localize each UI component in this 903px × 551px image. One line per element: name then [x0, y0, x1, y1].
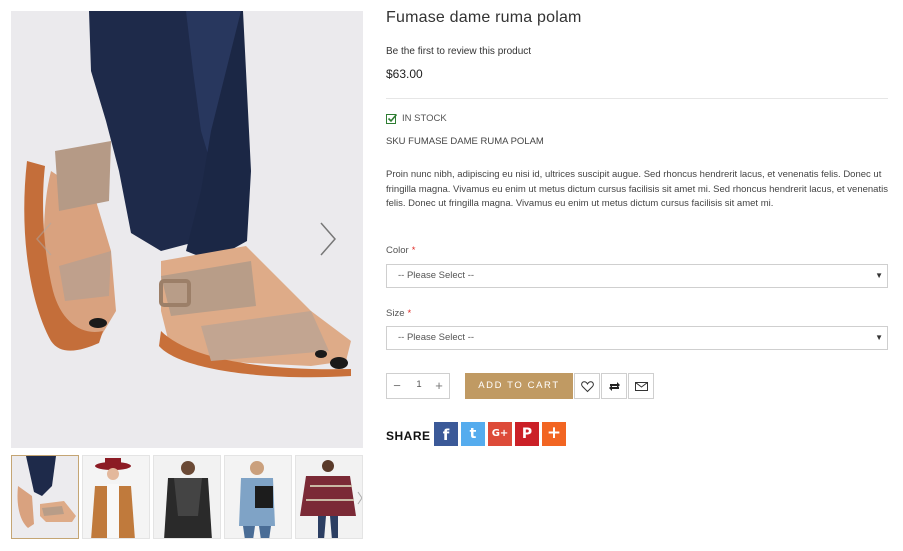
color-label: Color *: [386, 245, 415, 256]
color-select[interactable]: -- Please Select -- ▼: [386, 264, 888, 288]
quantity-increase-button[interactable]: +: [431, 377, 447, 395]
thumbnail-plaid-poncho-outfit[interactable]: [295, 455, 363, 539]
size-select-value: -- Please Select --: [398, 332, 475, 343]
size-label: Size *: [386, 308, 411, 319]
facebook-icon: f: [442, 426, 450, 444]
product-title: Fumase dame ruma polam: [386, 9, 582, 26]
checkbox-check-icon: [386, 113, 397, 124]
pinterest-icon: P: [521, 426, 533, 442]
share-label: SHARE: [386, 429, 431, 443]
google-plus-icon: G+: [491, 428, 509, 439]
plus-icon: +: [546, 423, 562, 443]
color-label-text: Color: [386, 245, 409, 256]
more-share-button[interactable]: +: [542, 422, 566, 446]
previous-image-arrow-icon[interactable]: [33, 219, 57, 259]
next-image-arrow-icon[interactable]: [315, 219, 339, 259]
thumbnail-denim-backpack-outfit[interactable]: [224, 455, 292, 539]
pinterest-share-button[interactable]: P: [515, 422, 539, 446]
size-label-text: Size: [386, 308, 405, 319]
quantity-input[interactable]: 1: [409, 379, 429, 390]
twitter-share-button[interactable]: t: [461, 422, 485, 446]
facebook-share-button[interactable]: f: [434, 422, 458, 446]
product-gallery: [11, 11, 363, 539]
stock-label: IN STOCK: [402, 113, 447, 124]
main-product-image[interactable]: [11, 11, 363, 448]
color-select-value: -- Please Select --: [398, 270, 475, 281]
sandal-photo: [11, 11, 363, 448]
quantity-decrease-button[interactable]: −: [389, 377, 405, 395]
thumbnail-strip: [11, 455, 363, 539]
quantity-stepper: − 1 +: [386, 373, 450, 399]
product-price: $63.00: [386, 67, 423, 81]
heart-icon: [581, 381, 594, 393]
compare-button[interactable]: [601, 373, 627, 399]
chevron-down-icon: ▼: [875, 333, 883, 342]
required-asterisk: *: [407, 308, 412, 319]
product-sku: SKU FUMASE DAME RUMA POLAM: [386, 136, 544, 147]
required-asterisk: *: [411, 245, 416, 256]
stock-status: IN STOCK: [386, 113, 447, 124]
wishlist-button[interactable]: [574, 373, 600, 399]
envelope-icon: [635, 382, 648, 391]
review-link[interactable]: Be the first to review this product: [386, 46, 531, 57]
email-friend-button[interactable]: [628, 373, 654, 399]
product-description: Proin nunc nibh, adipiscing eu nisi id, …: [386, 169, 888, 209]
thumbnail-black-scarf-outfit[interactable]: [153, 455, 221, 539]
divider: [386, 98, 888, 99]
size-select[interactable]: -- Please Select -- ▼: [386, 326, 888, 350]
chevron-down-icon: ▼: [875, 271, 883, 280]
thumbnail-red-hat-outfit[interactable]: [82, 455, 150, 539]
add-to-cart-button[interactable]: ADD TO CART: [465, 373, 573, 399]
twitter-icon: t: [469, 426, 477, 442]
thumbnail-sandals[interactable]: [11, 455, 79, 539]
google-plus-share-button[interactable]: G+: [488, 422, 512, 446]
compare-arrows-icon: [609, 382, 620, 391]
